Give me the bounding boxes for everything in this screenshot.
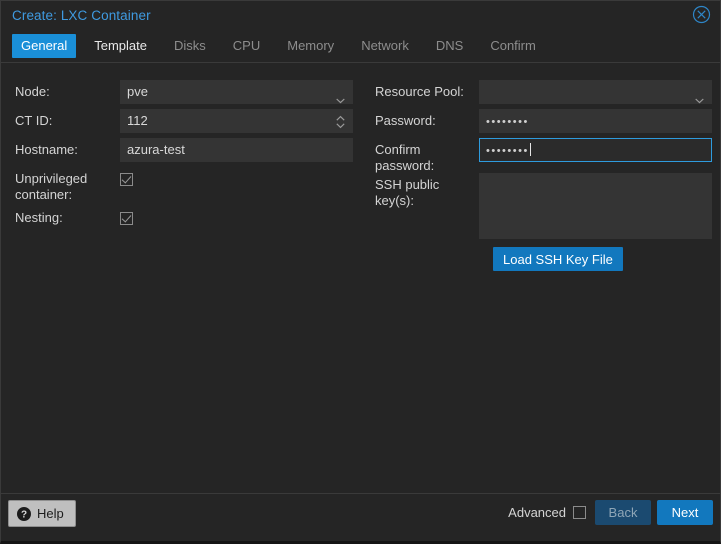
dialog-titlebar: Create: LXC Container xyxy=(1,1,720,30)
tab-disks: Disks xyxy=(174,38,206,53)
help-button-label: Help xyxy=(37,506,64,521)
confirm-password-input[interactable]: •••••••• xyxy=(479,138,712,162)
chevron-down-icon xyxy=(336,89,345,104)
field-row-nesting: Nesting: xyxy=(15,206,133,226)
confirm-password-value: •••••••• xyxy=(486,145,529,157)
dialog-footer: ? Help Advanced Back Next xyxy=(1,494,720,541)
field-row-unprivileged: Unprivileged container: xyxy=(15,167,133,203)
close-icon[interactable] xyxy=(692,5,711,24)
question-mark-circle-icon: ? xyxy=(17,506,31,521)
ct-id-label: CT ID: xyxy=(15,113,53,128)
tab-network: Network xyxy=(361,38,409,53)
resource-pool-label: Resource Pool: xyxy=(375,84,464,99)
ssh-public-keys-textarea[interactable] xyxy=(479,173,712,239)
password-value: •••••••• xyxy=(486,116,529,128)
dialog-body: Node: pve CT ID: 112 Hostname: azura-tes… xyxy=(1,63,720,494)
field-row-ctid: CT ID: 112 xyxy=(15,109,353,133)
advanced-toggle-group: Advanced xyxy=(508,505,586,520)
ssh-public-keys-label: SSH public key(s): xyxy=(375,177,440,208)
unprivileged-container-checkbox[interactable] xyxy=(120,173,133,186)
field-row-load-ssh-key: Load SSH Key File xyxy=(493,247,623,271)
nesting-label: Nesting: xyxy=(15,210,63,225)
next-button[interactable]: Next xyxy=(657,500,713,525)
field-row-hostname: Hostname: azura-test xyxy=(15,138,353,162)
chevron-down-icon xyxy=(695,89,704,104)
svg-text:?: ? xyxy=(21,509,27,520)
spinner-updown-icon[interactable] xyxy=(335,114,346,130)
field-row-resource-pool: Resource Pool: xyxy=(375,80,712,104)
hostname-input[interactable]: azura-test xyxy=(120,138,353,162)
help-button[interactable]: ? Help xyxy=(8,500,76,527)
tab-memory: Memory xyxy=(287,38,335,53)
unprivileged-container-label: Unprivileged container: xyxy=(15,171,88,202)
back-button: Back xyxy=(595,500,651,525)
confirm-password-label: Confirm password: xyxy=(375,142,435,173)
wizard-tabbar: General Template Disks CPU Memory Networ… xyxy=(1,30,720,63)
hostname-label: Hostname: xyxy=(15,142,78,157)
tab-cpu: CPU xyxy=(232,38,261,53)
node-label: Node: xyxy=(15,84,50,99)
field-row-confirm-password: Confirm password: •••••••• xyxy=(375,138,712,174)
tab-dns: DNS xyxy=(435,38,464,53)
password-input[interactable]: •••••••• xyxy=(479,109,712,133)
password-label: Password: xyxy=(375,113,436,128)
tab-template[interactable]: Template xyxy=(85,34,156,58)
ct-id-value: 112 xyxy=(127,113,148,128)
hostname-value: azura-test xyxy=(127,142,185,157)
ct-id-input[interactable]: 112 xyxy=(120,109,353,133)
create-lxc-container-dialog: Create: LXC Container General Template D… xyxy=(0,0,721,544)
nesting-checkbox[interactable] xyxy=(120,212,133,225)
field-row-node: Node: pve xyxy=(15,80,353,104)
advanced-checkbox[interactable] xyxy=(573,506,586,519)
resource-pool-select[interactable] xyxy=(479,80,712,104)
text-cursor xyxy=(529,143,531,156)
advanced-label: Advanced xyxy=(508,505,566,520)
node-select[interactable]: pve xyxy=(120,80,353,104)
load-ssh-key-file-button[interactable]: Load SSH Key File xyxy=(493,247,623,271)
field-row-ssh-keys: SSH public key(s): xyxy=(375,173,712,239)
field-row-password: Password: •••••••• xyxy=(375,109,712,133)
node-value: pve xyxy=(127,84,148,99)
tab-general[interactable]: General xyxy=(12,34,77,58)
tab-confirm: Confirm xyxy=(490,38,536,53)
dialog-title: Create: LXC Container xyxy=(12,8,151,23)
